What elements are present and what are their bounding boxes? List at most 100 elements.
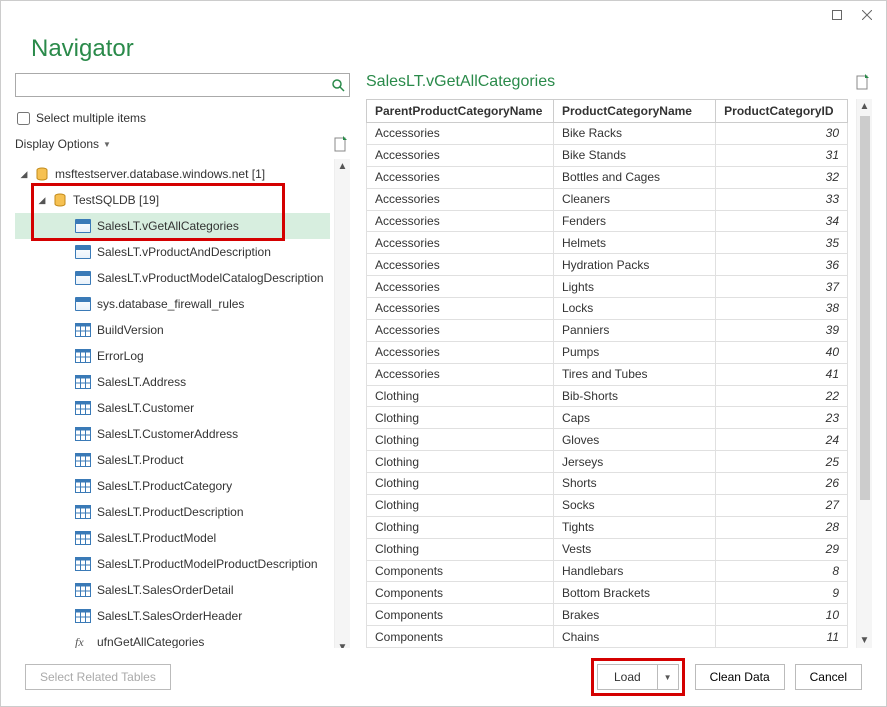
preview-refresh-icon[interactable] <box>854 73 872 91</box>
tree-item[interactable]: SalesLT.Customer <box>15 395 330 421</box>
table-icon <box>75 375 91 389</box>
grid-row[interactable]: ComponentsBrakes10 <box>367 604 848 626</box>
select-multiple-checkbox[interactable] <box>17 112 30 125</box>
grid-header-cell[interactable]: ProductCategoryID <box>716 100 848 123</box>
grid-cell: Components <box>367 604 554 626</box>
grid-cell: Brakes <box>553 604 715 626</box>
grid-row[interactable]: ComponentsBottom Brackets9 <box>367 582 848 604</box>
table-icon <box>75 349 91 363</box>
load-button-label[interactable]: Load <box>598 665 658 689</box>
grid-cell: Components <box>367 560 554 582</box>
grid-row[interactable]: AccessoriesCleaners33 <box>367 188 848 210</box>
grid-cell: 27 <box>716 494 848 516</box>
view-icon <box>75 297 91 311</box>
scroll-up-icon[interactable]: ▲ <box>338 159 348 174</box>
cancel-button[interactable]: Cancel <box>795 664 862 690</box>
tree-item[interactable]: fxufnGetAllCategories <box>15 629 330 648</box>
search-icon[interactable] <box>328 75 348 95</box>
tree-label: SalesLT.vProductModelCatalogDescription <box>97 271 324 285</box>
grid-cell: Lights <box>553 276 715 298</box>
tree-scrollbar[interactable]: ▲ ▼ <box>334 159 350 648</box>
load-dropdown-icon[interactable]: ▼ <box>658 665 678 689</box>
load-button[interactable]: Load ▼ <box>597 664 679 690</box>
grid-row[interactable]: ComponentsChains11 <box>367 626 848 648</box>
tree-item[interactable]: SalesLT.vProductAndDescription <box>15 239 330 265</box>
grid-cell: Handlebars <box>553 560 715 582</box>
grid-scrollbar[interactable]: ▲ ▼ <box>856 99 872 648</box>
grid-row[interactable]: ClothingJerseys25 <box>367 451 848 473</box>
select-related-tables-button[interactable]: Select Related Tables <box>25 664 171 690</box>
tree-item[interactable]: SalesLT.CustomerAddress <box>15 421 330 447</box>
grid-row[interactable]: AccessoriesLocks38 <box>367 298 848 320</box>
tree-label: SalesLT.Product <box>97 453 184 467</box>
grid-cell: Clothing <box>367 494 554 516</box>
load-button-highlight: Load ▼ <box>591 658 685 696</box>
grid-row[interactable]: AccessoriesLights37 <box>367 276 848 298</box>
refresh-icon[interactable] <box>332 135 350 153</box>
tree-item[interactable]: SalesLT.Address <box>15 369 330 395</box>
grid-cell: Accessories <box>367 123 554 145</box>
table-icon <box>75 557 91 571</box>
tree-item[interactable]: SalesLT.ProductModelProductDescription <box>15 551 330 577</box>
tree-item[interactable]: SalesLT.SalesOrderDetail <box>15 577 330 603</box>
grid-row[interactable]: AccessoriesBottles and Cages32 <box>367 166 848 188</box>
grid-cell: 25 <box>716 451 848 473</box>
grid-row[interactable]: ClothingGloves24 <box>367 429 848 451</box>
scroll-up-icon[interactable]: ▲ <box>860 99 870 114</box>
select-multiple-row[interactable]: Select multiple items <box>17 111 348 125</box>
tree-item[interactable]: ErrorLog <box>15 343 330 369</box>
grid-row[interactable]: ClothingSocks27 <box>367 494 848 516</box>
expander-icon[interactable]: ◢ <box>19 169 29 180</box>
table-icon <box>75 453 91 467</box>
tree-label: SalesLT.ProductModel <box>97 531 216 545</box>
grid-row[interactable]: ClothingShorts26 <box>367 473 848 495</box>
preview-grid[interactable]: ParentProductCategoryNameProductCategory… <box>366 99 848 648</box>
grid-row[interactable]: AccessoriesBike Stands31 <box>367 144 848 166</box>
tree-item[interactable]: SalesLT.SalesOrderHeader <box>15 603 330 629</box>
tree-item[interactable]: SalesLT.ProductCategory <box>15 473 330 499</box>
grid-row[interactable]: ClothingCaps23 <box>367 407 848 429</box>
grid-row[interactable]: ClothingTights28 <box>367 516 848 538</box>
title-bar <box>1 1 886 29</box>
grid-row[interactable]: ClothingBib-Shorts22 <box>367 385 848 407</box>
scroll-down-icon[interactable]: ▼ <box>860 633 870 648</box>
grid-row[interactable]: AccessoriesHydration Packs36 <box>367 254 848 276</box>
tree-label: BuildVersion <box>97 323 164 337</box>
tree-label: ufnGetAllCategories <box>97 635 204 648</box>
tree-label: sys.database_firewall_rules <box>97 297 244 311</box>
tree-label: SalesLT.Customer <box>97 401 194 415</box>
preview-pane: SalesLT.vGetAllCategories ParentProductC… <box>366 73 872 648</box>
grid-cell: 40 <box>716 341 848 363</box>
preview-title: SalesLT.vGetAllCategories <box>366 73 555 91</box>
tree-item[interactable]: BuildVersion <box>15 317 330 343</box>
grid-cell: 29 <box>716 538 848 560</box>
tree-item[interactable]: SalesLT.Product <box>15 447 330 473</box>
tree-label: SalesLT.vProductAndDescription <box>97 245 271 259</box>
grid-row[interactable]: AccessoriesTires and Tubes41 <box>367 363 848 385</box>
tree-item[interactable]: SalesLT.vProductModelCatalogDescription <box>15 265 330 291</box>
tree-item[interactable]: SalesLT.ProductDescription <box>15 499 330 525</box>
grid-cell: Bike Racks <box>553 123 715 145</box>
grid-row[interactable]: AccessoriesPanniers39 <box>367 319 848 341</box>
grid-header-cell[interactable]: ProductCategoryName <box>553 100 715 123</box>
close-button[interactable] <box>854 5 880 25</box>
grid-cell: Cleaners <box>553 188 715 210</box>
scroll-down-icon[interactable]: ▼ <box>338 640 348 648</box>
footer: Select Related Tables Load ▼ Clean Data … <box>1 648 886 706</box>
grid-cell: Locks <box>553 298 715 320</box>
grid-row[interactable]: AccessoriesHelmets35 <box>367 232 848 254</box>
grid-header-cell[interactable]: ParentProductCategoryName <box>367 100 554 123</box>
grid-row[interactable]: AccessoriesFenders34 <box>367 210 848 232</box>
grid-row[interactable]: ClothingVests29 <box>367 538 848 560</box>
tree-item[interactable]: SalesLT.ProductModel <box>15 525 330 551</box>
maximize-button[interactable] <box>824 5 850 25</box>
grid-row[interactable]: AccessoriesPumps40 <box>367 341 848 363</box>
grid-cell: 34 <box>716 210 848 232</box>
tree-item[interactable]: sys.database_firewall_rules <box>15 291 330 317</box>
clean-data-button[interactable]: Clean Data <box>695 664 785 690</box>
search-input[interactable] <box>15 73 350 97</box>
grid-row[interactable]: ComponentsHandlebars8 <box>367 560 848 582</box>
grid-cell: Clothing <box>367 385 554 407</box>
grid-row[interactable]: AccessoriesBike Racks30 <box>367 123 848 145</box>
display-options-dropdown[interactable]: Display Options ▼ <box>15 137 111 151</box>
